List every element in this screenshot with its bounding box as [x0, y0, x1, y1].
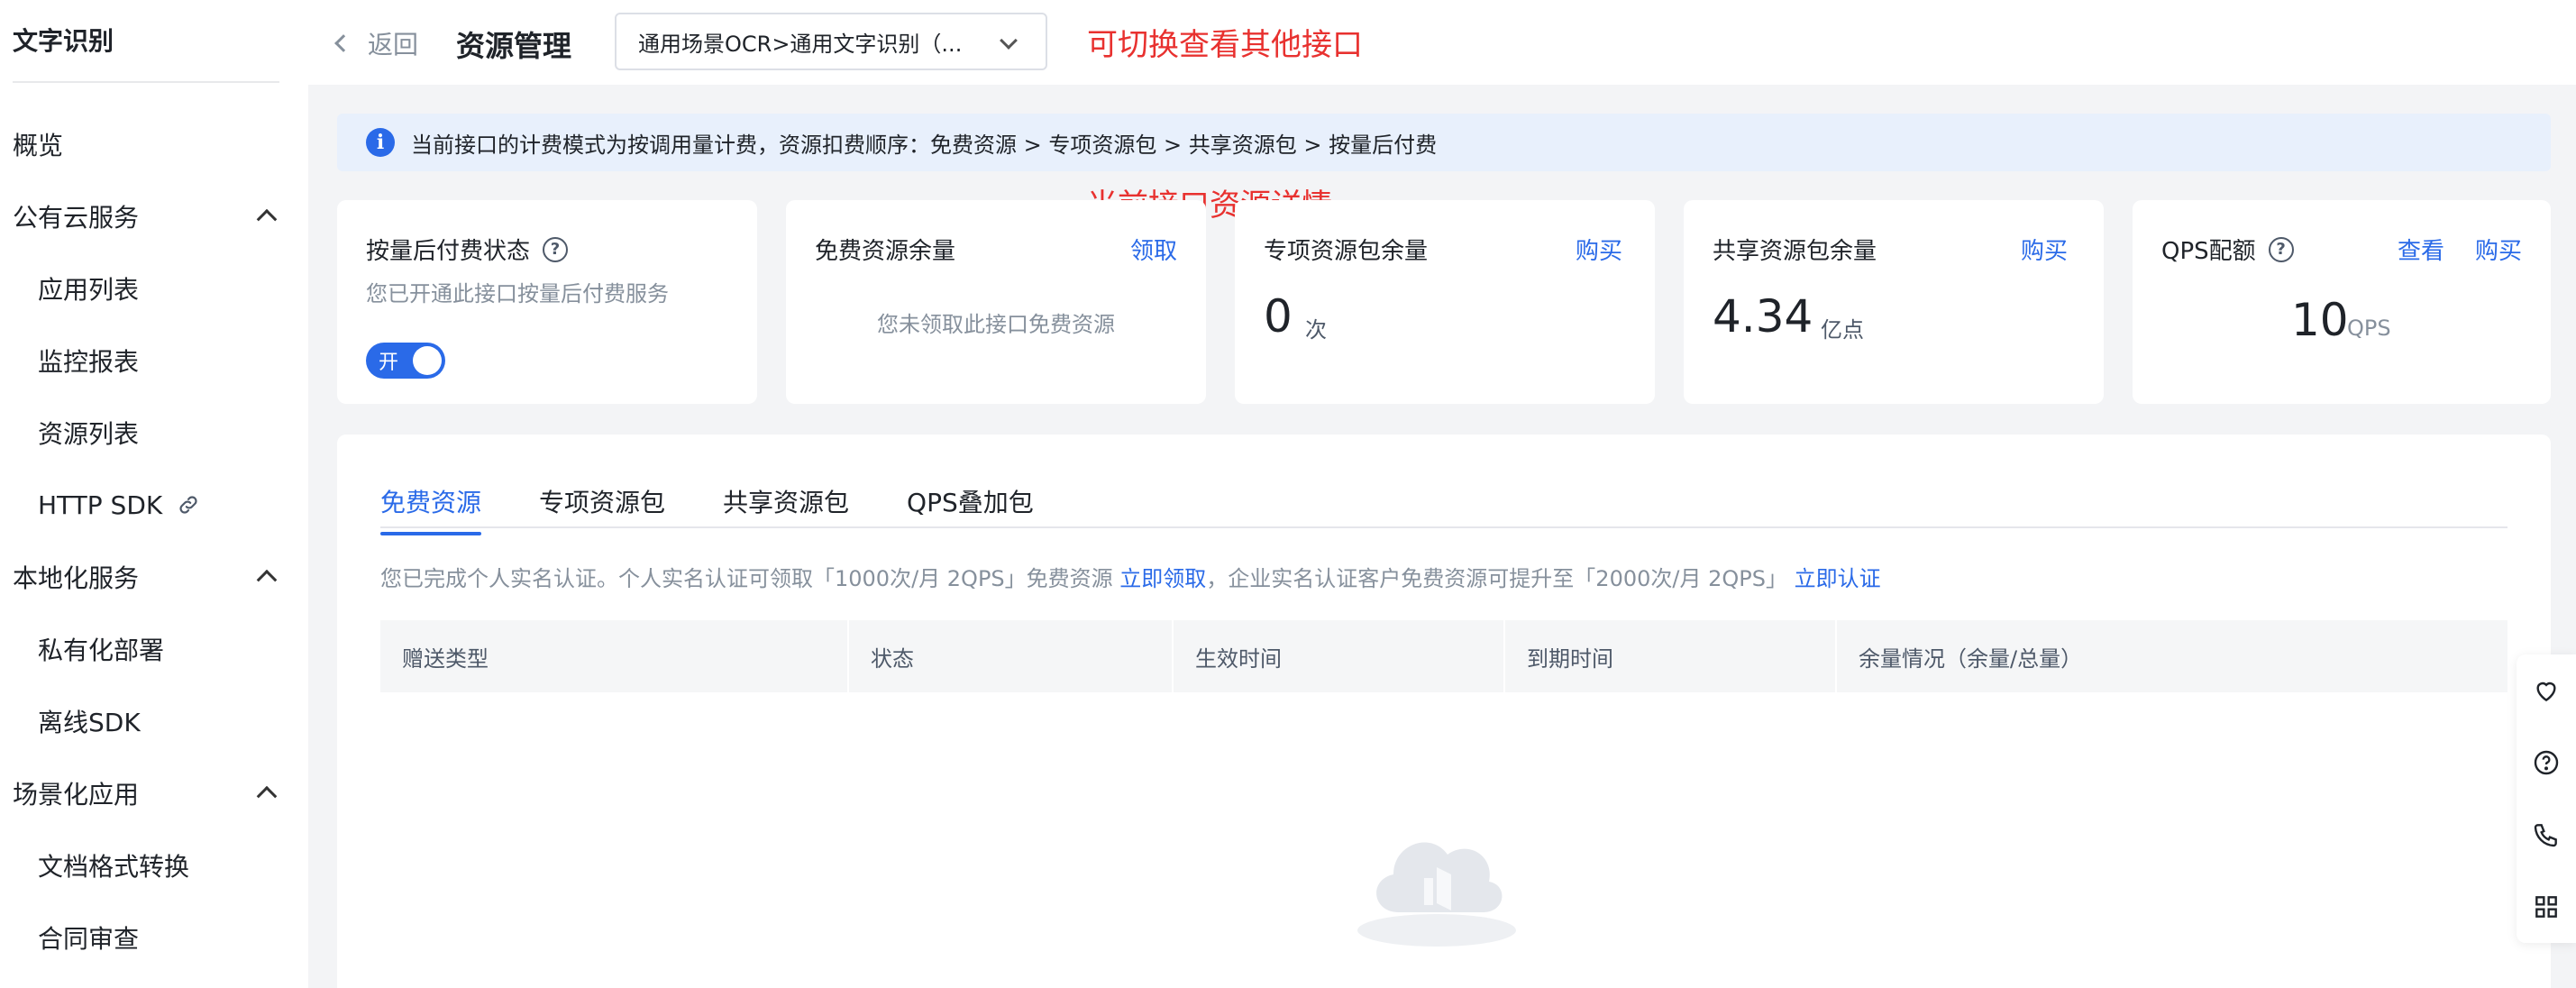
sidebar-divider [13, 81, 279, 83]
sidebar-item-label: 私有化部署 [38, 636, 165, 665]
chevron-up-icon[interactable] [256, 785, 278, 807]
sidebar-item-resource-list[interactable]: 资源列表 [0, 397, 308, 469]
sidebar-nav: 概览 公有云服务 应用列表 监控报表 资源列表 HTTP SDK 本地化服务 私… [0, 108, 308, 974]
sidebar-item-monitor-report[interactable]: 监控报表 [0, 325, 308, 397]
card-qps-quota: QPS配额 ? 查看 购买 10 QPS [2133, 200, 2551, 404]
sidebar-item-contract-review[interactable]: 合同审查 [0, 901, 308, 974]
postpaid-toggle[interactable]: 开 [366, 343, 445, 379]
toggle-knob [413, 346, 442, 375]
column-header: 生效时间 [1174, 620, 1505, 692]
sidebar-title: 文字识别 [13, 26, 114, 56]
back-button[interactable]: 返回 [334, 25, 419, 61]
table-header: 赠送类型 状态 生效时间 到期时间 余量情况（余量/总量） [380, 620, 2507, 692]
card-title-text: 按量后付费状态 [366, 238, 531, 265]
info-icon: i [366, 128, 395, 157]
phone-icon[interactable] [2532, 820, 2561, 849]
sidebar-item-label: 监控报表 [38, 347, 140, 377]
card-shared-package: 共享资源包余量 购买 4.34 亿点 [1684, 200, 2104, 404]
card-title: 专项资源包余量 [1264, 233, 1428, 266]
sidebar-item-label: 离线SDK [38, 708, 141, 737]
sidebar-group-scenario-apps[interactable]: 场景化应用 [0, 757, 308, 829]
card-title: 按量后付费状态 ? [366, 233, 569, 266]
card-subtitle: 您已开通此接口按量后付费服务 [366, 281, 669, 306]
sidebar-group-public-cloud[interactable]: 公有云服务 [0, 180, 308, 252]
buy-qps-button[interactable]: 购买 [2475, 233, 2522, 266]
card-title: QPS配额 ? [2161, 233, 2294, 266]
question-icon[interactable]: ? [2268, 236, 2294, 262]
claim-now-link[interactable]: 立即领取 [1119, 566, 1206, 591]
shared-unit: 亿点 [1821, 317, 1864, 343]
sidebar-group-local-service[interactable]: 本地化服务 [0, 541, 308, 613]
empty-cloud-icon [1357, 842, 1516, 947]
chevron-up-icon[interactable] [256, 569, 278, 590]
chevron-down-icon [1000, 32, 1018, 50]
sidebar-item-private-deploy[interactable]: 私有化部署 [0, 613, 308, 685]
qps-unit: QPS [2347, 316, 2391, 341]
card-title-text: 专项资源包余量 [1264, 238, 1429, 265]
page-title: 资源管理 [456, 29, 572, 63]
sidebar-item-label: 应用列表 [38, 275, 140, 305]
card-title-text: 免费资源余量 [815, 238, 956, 265]
floating-toolbar [2517, 654, 2576, 943]
link-icon [179, 496, 197, 514]
resource-detail-panel: 免费资源 专项资源包 共享资源包 QPS叠加包 您已完成个人实名认证。个人实名认… [337, 435, 2551, 988]
back-label: 返回 [368, 30, 419, 59]
help-icon[interactable] [2532, 748, 2561, 777]
page-header: 返回 资源管理 通用场景OCR>通用文字识别（... 可切换查看其他接口 [308, 0, 2576, 85]
billing-info-bar: i 当前接口的计费模式为按调用量计费，资源扣费顺序：免费资源 > 专项资源包 >… [337, 114, 2551, 171]
sidebar-item-http-sdk[interactable]: HTTP SDK [0, 469, 308, 541]
shared-value: 4.34 [1713, 290, 1813, 343]
column-header: 赠送类型 [380, 620, 849, 692]
free-resource-empty-text: 您未领取此接口免费资源 [877, 312, 1115, 337]
card-postpaid-status: 按量后付费状态 ? 您已开通此接口按量后付费服务 开 [337, 200, 757, 404]
apps-grid-icon[interactable] [2532, 892, 2561, 921]
card-title: 共享资源包余量 [1713, 233, 1877, 266]
card-free-resource: 免费资源余量 领取 您未领取此接口免费资源 [786, 200, 1206, 404]
billing-info-text: 当前接口的计费模式为按调用量计费，资源扣费顺序：免费资源 > 专项资源包 > 共… [411, 132, 1438, 158]
sidebar-item-label: 资源列表 [38, 419, 140, 449]
tabs-divider [380, 526, 2507, 528]
sidebar: 文字识别 概览 公有云服务 应用列表 监控报表 资源列表 HTTP SDK 本地… [0, 0, 308, 988]
annotation-switch-api: 可切换查看其他接口 [1087, 27, 1363, 63]
sidebar-item-label: 公有云服务 [13, 203, 140, 233]
api-select[interactable]: 通用场景OCR>通用文字识别（... [615, 13, 1047, 70]
card-special-package: 专项资源包余量 购买 0 次 [1235, 200, 1655, 404]
column-header: 到期时间 [1505, 620, 1837, 692]
notice-text: ，企业实名认证客户免费资源可提升至「2000次/月 2QPS」 [1206, 566, 1795, 591]
buy-special-button[interactable]: 购买 [1576, 233, 1622, 266]
qps-value: 10 [2291, 294, 2349, 346]
question-icon[interactable]: ? [543, 236, 569, 262]
sidebar-item-app-list[interactable]: 应用列表 [0, 252, 308, 325]
sidebar-item-overview[interactable]: 概览 [0, 108, 308, 180]
favorite-icon[interactable] [2532, 676, 2561, 705]
sidebar-item-label: 概览 [13, 131, 64, 160]
column-header: 余量情况（余量/总量） [1859, 645, 2083, 672]
notice-text: 您已完成个人实名认证。个人实名认证可领取「1000次/月 2QPS」免费资源 [380, 566, 1120, 591]
api-select-value: 通用场景OCR>通用文字识别（... [638, 31, 963, 57]
column-header: 状态 [849, 620, 1174, 692]
realname-notice: 您已完成个人实名认证。个人实名认证可领取「1000次/月 2QPS」免费资源 立… [380, 561, 1881, 592]
sidebar-item-label: 场景化应用 [13, 780, 140, 810]
card-title-text: 共享资源包余量 [1713, 238, 1877, 265]
verify-now-link[interactable]: 立即认证 [1795, 566, 1881, 591]
card-title: 免费资源余量 [815, 233, 955, 266]
sidebar-item-label: 本地化服务 [13, 563, 140, 593]
view-qps-button[interactable]: 查看 [2398, 233, 2444, 266]
chevron-up-icon[interactable] [256, 208, 278, 230]
card-title-text: QPS配额 [2161, 238, 2256, 265]
toggle-label: 开 [379, 352, 399, 374]
chevron-left-icon [334, 34, 352, 52]
sidebar-item-label: 合同审查 [38, 924, 140, 954]
special-unit: 次 [1305, 317, 1327, 343]
sidebar-item-label: HTTP SDK [38, 489, 163, 520]
sidebar-item-label: 文档格式转换 [38, 852, 190, 882]
claim-button[interactable]: 领取 [1130, 233, 1177, 266]
sidebar-item-doc-convert[interactable]: 文档格式转换 [0, 829, 308, 901]
special-value: 0 [1264, 290, 1293, 343]
buy-shared-button[interactable]: 购买 [2021, 233, 2068, 266]
sidebar-item-offline-sdk[interactable]: 离线SDK [0, 685, 308, 757]
